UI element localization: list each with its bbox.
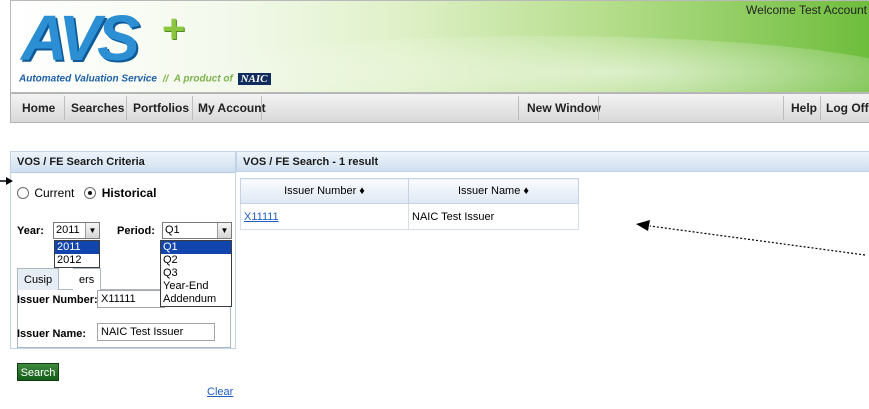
radio-historical[interactable]	[84, 186, 97, 199]
period-select[interactable]: Q1 ▼	[162, 222, 232, 239]
table-row: X11111 NAIC Test Issuer	[240, 203, 579, 230]
issuer-number-link[interactable]: X11111	[244, 211, 279, 223]
radio-current[interactable]	[17, 186, 29, 199]
year-option[interactable]: 2012	[55, 254, 99, 267]
main-nav: Home Searches Portfolios My Account New …	[10, 93, 869, 123]
period-option[interactable]: Q1	[161, 241, 231, 254]
nav-searches[interactable]: Searches	[71, 94, 124, 122]
nav-divider	[783, 96, 784, 120]
period-dropdown-list: Q1 Q2 Q3 Year-End Addendum	[160, 240, 232, 307]
nav-divider	[261, 96, 262, 120]
issuer-number-input[interactable]: X11111	[97, 290, 165, 308]
nav-divider	[820, 96, 821, 120]
nav-divider	[598, 96, 599, 120]
results-panel: VOS / FE Search - 1 result Issuer Number…	[236, 151, 869, 391]
year-select-value: 2011	[56, 224, 80, 236]
nav-divider	[64, 96, 65, 120]
period-label: Period:	[117, 225, 155, 237]
year-label: Year:	[17, 225, 44, 237]
nav-home[interactable]: Home	[22, 94, 55, 122]
results-panel-title: VOS / FE Search - 1 result	[236, 151, 869, 172]
tagline-separator: //	[162, 73, 169, 85]
nav-divider	[192, 96, 193, 120]
tab-issuers[interactable]: ers	[73, 268, 102, 290]
avs-logo[interactable]: AVS	[21, 5, 140, 71]
issuer-name-label: Issuer Name:	[17, 328, 87, 340]
tab-cusip[interactable]: Cusip	[17, 268, 60, 290]
nav-my-account[interactable]: My Account	[198, 94, 266, 122]
nav-divider	[518, 96, 519, 120]
tagline-product: A product of	[173, 73, 233, 85]
column-header-issuer-number[interactable]: Issuer Number ♦	[240, 178, 409, 204]
period-select-value: Q1	[165, 224, 180, 236]
site-header: AVS + Automated Valuation Service // A p…	[10, 0, 869, 93]
issuer-number-cell: X11111	[240, 203, 409, 230]
tagline: Automated Valuation Service // A product…	[19, 73, 271, 85]
issuer-name-cell: NAIC Test Issuer	[408, 203, 579, 230]
results-table: Issuer Number ♦ Issuer Name ♦ X11111 NAI…	[240, 178, 579, 230]
nav-log-off[interactable]: Log Off	[826, 94, 869, 122]
criteria-panel-title: VOS / FE Search Criteria	[11, 152, 235, 173]
year-dropdown-list: 2011 2012	[54, 240, 100, 268]
data-source-radio-group: Current Historical	[17, 185, 156, 200]
chevron-down-icon[interactable]: ▼	[217, 223, 231, 238]
radio-current-label[interactable]: Current	[34, 186, 74, 200]
naic-logo: NAIC	[237, 73, 271, 85]
results-header-row: Issuer Number ♦ Issuer Name ♦	[240, 178, 579, 204]
nav-help[interactable]: Help	[791, 94, 817, 122]
clear-link[interactable]: Clear	[207, 386, 233, 398]
avs-logo-plus: +	[162, 7, 186, 51]
welcome-text: Welcome Test Account	[746, 3, 867, 17]
period-option[interactable]: Q2	[161, 254, 231, 267]
period-option[interactable]: Addendum	[161, 293, 231, 306]
radio-historical-label[interactable]: Historical	[102, 186, 157, 200]
nav-divider	[126, 96, 127, 120]
column-header-issuer-name[interactable]: Issuer Name ♦	[408, 178, 579, 204]
nav-portfolios[interactable]: Portfolios	[133, 94, 189, 122]
tagline-text: Automated Valuation Service	[19, 73, 157, 85]
period-option[interactable]: Year-End	[161, 280, 231, 293]
period-option[interactable]: Q3	[161, 267, 231, 280]
nav-new-window[interactable]: New Window	[527, 94, 601, 122]
search-button[interactable]: Search	[17, 363, 59, 381]
issuer-number-label: Issuer Number:	[17, 294, 98, 306]
year-select[interactable]: 2011 ▼	[53, 222, 100, 239]
year-option[interactable]: 2011	[55, 241, 99, 254]
chevron-down-icon[interactable]: ▼	[85, 223, 99, 238]
issuer-name-input[interactable]: NAIC Test Issuer	[97, 323, 215, 341]
